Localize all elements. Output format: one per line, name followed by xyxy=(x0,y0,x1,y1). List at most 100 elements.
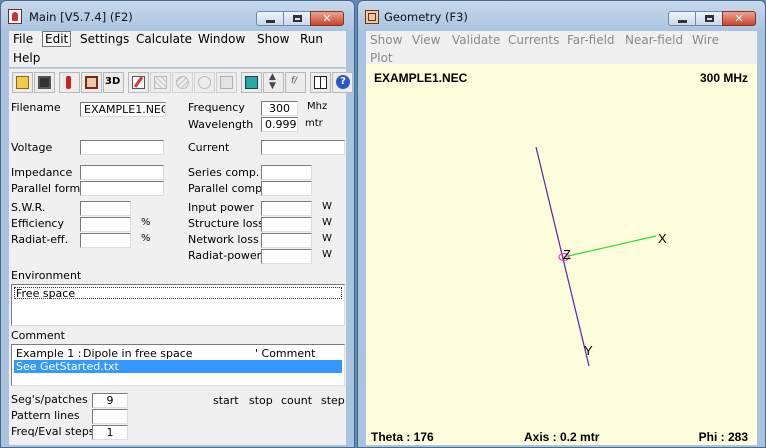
geometry-window-title: Geometry (F3) xyxy=(384,10,468,24)
3d-view-button[interactable]: 3D xyxy=(103,72,124,93)
menu-run[interactable]: Run xyxy=(300,32,323,46)
geometry-button[interactable] xyxy=(81,72,102,93)
menu-help[interactable]: Help xyxy=(13,51,40,65)
menu-calculate[interactable]: Calculate xyxy=(136,32,192,46)
parallel-comp-field xyxy=(261,181,312,196)
z-axis-label: Z xyxy=(563,247,571,262)
environment-label: Environment xyxy=(11,269,82,282)
far-field-button[interactable] xyxy=(172,72,193,93)
frequency-label: Frequency xyxy=(188,101,245,114)
radiat-eff-label: Radiat-eff. xyxy=(11,233,69,246)
near-field-button[interactable] xyxy=(194,72,215,93)
main-titlebar[interactable]: Main [V5.7.4] (F2) ✕ xyxy=(1,1,354,31)
network-loss-field xyxy=(261,233,312,248)
geometry-titlebar[interactable]: Geometry (F3) ✕ xyxy=(358,1,765,31)
optimizer-button[interactable]: ▲ ▼ xyxy=(263,72,284,93)
stop-column-label: stop xyxy=(249,394,273,407)
main-toolbar: 3D ▲ ▼ f/ ? xyxy=(9,68,353,98)
environment-item[interactable]: Free space xyxy=(14,287,342,299)
ft-button[interactable]: f/ xyxy=(285,72,306,93)
wavelength-unit: mtr xyxy=(305,118,323,129)
close-button[interactable]: ✕ xyxy=(310,11,344,26)
input-power-field xyxy=(261,201,312,216)
menu-near-field[interactable]: Near-field xyxy=(625,33,683,47)
radiat-power-unit: W xyxy=(322,249,332,260)
menu-currents[interactable]: Currents xyxy=(508,33,559,47)
freq-eval-field[interactable]: 1 xyxy=(92,425,128,440)
frequency-field[interactable]: 300 xyxy=(261,101,298,116)
efficiency-field xyxy=(80,217,131,232)
menu-settings[interactable]: Settings xyxy=(80,32,129,46)
comment-line[interactable]: Example 1 : Dipole in free space ' Comme… xyxy=(14,347,342,373)
parallel-comp-label: Parallel comp. xyxy=(188,182,266,195)
input-power-label: Input power xyxy=(188,201,254,214)
menu-plot[interactable]: Plot xyxy=(370,51,393,65)
efficiency-label: Efficiency xyxy=(11,217,64,230)
structure-loss-label: Structure loss xyxy=(188,217,264,230)
geometry-canvas[interactable]: EXAMPLE1.NEC 300 MHz X Z Y Theta : 176 A… xyxy=(366,64,757,445)
updown-icon: ▲ ▼ xyxy=(269,72,276,91)
antenna-button[interactable] xyxy=(59,72,80,93)
book-button[interactable] xyxy=(310,72,331,93)
save-button[interactable] xyxy=(34,72,55,93)
menu-window[interactable]: Window xyxy=(198,32,245,46)
geometry-app-icon xyxy=(365,10,379,24)
current-field xyxy=(261,140,345,155)
close-button[interactable]: ✕ xyxy=(722,11,756,26)
menu-edit[interactable]: Edit xyxy=(42,31,72,47)
axis-readout: Axis : 0.2 mtr xyxy=(524,430,600,444)
calculator-icon xyxy=(245,76,258,89)
series-comp-label: Series comp. xyxy=(188,166,260,179)
menu-file[interactable]: File xyxy=(13,32,33,46)
swr-label: S.W.R. xyxy=(11,201,46,214)
menu-view[interactable]: View xyxy=(412,33,440,47)
help-button[interactable]: ? xyxy=(332,72,353,93)
environment-box[interactable]: Free space xyxy=(11,284,345,326)
open-button[interactable] xyxy=(12,72,33,93)
menu-far-field[interactable]: Far-field xyxy=(567,33,615,47)
comment-line-selected[interactable]: See GetStarted.txt xyxy=(14,360,342,373)
efficiency-unit: % xyxy=(141,217,151,228)
segs-label: Seg's/patches xyxy=(11,393,88,406)
menu-show[interactable]: Show xyxy=(370,33,402,47)
comment-text: Dipole in free space xyxy=(83,347,193,360)
pattern-sphere-icon xyxy=(176,76,189,89)
field-view-icon xyxy=(220,76,233,89)
antenna-icon xyxy=(66,76,71,89)
main-window: Main [V5.7.4] (F2) ✕ File Edit Settings … xyxy=(0,0,355,448)
minimize-button[interactable] xyxy=(668,11,696,26)
swr-field xyxy=(80,201,131,216)
segs-field[interactable]: 9 xyxy=(92,393,128,408)
3d-view-icon: 3D xyxy=(105,76,121,87)
minimize-icon xyxy=(678,20,687,23)
frequency-unit: Mhz xyxy=(307,101,328,112)
field-view-button[interactable] xyxy=(216,72,237,93)
book-icon xyxy=(314,76,327,89)
menu-wire[interactable]: Wire xyxy=(692,33,719,47)
theta-readout: Theta : 176 xyxy=(371,430,434,444)
structure-loss-field xyxy=(261,217,312,232)
menu-validate[interactable]: Validate xyxy=(452,33,500,47)
pattern-lines-field[interactable] xyxy=(92,409,128,424)
filename-field[interactable]: EXAMPLE1.NEC xyxy=(80,102,166,117)
comment-box[interactable]: Example 1 : Dipole in free space ' Comme… xyxy=(11,344,345,386)
edit-button[interactable] xyxy=(128,72,149,93)
minimize-button[interactable] xyxy=(256,11,284,26)
menu-show[interactable]: Show xyxy=(257,32,289,46)
phi-readout: Phi : 283 xyxy=(698,430,748,444)
nf-sphere-icon xyxy=(198,76,211,89)
current-label: Current xyxy=(188,141,230,154)
maximize-button[interactable] xyxy=(695,11,723,26)
radiat-power-label: Radiat-power xyxy=(188,249,262,262)
pattern-button[interactable] xyxy=(150,72,171,93)
step-column-label: step xyxy=(321,394,345,407)
voltage-label: Voltage xyxy=(11,141,53,154)
comment-text: Example 1 : xyxy=(16,347,82,360)
network-loss-unit: W xyxy=(322,233,332,244)
maximize-button[interactable] xyxy=(283,11,311,26)
calculator-button[interactable] xyxy=(241,72,262,93)
radiat-power-field xyxy=(261,249,312,264)
main-menubar: File Edit Settings Calculate Window Show… xyxy=(9,31,346,67)
pattern-grid-icon xyxy=(154,76,167,89)
parallel-form-label: Parallel form xyxy=(11,182,81,195)
